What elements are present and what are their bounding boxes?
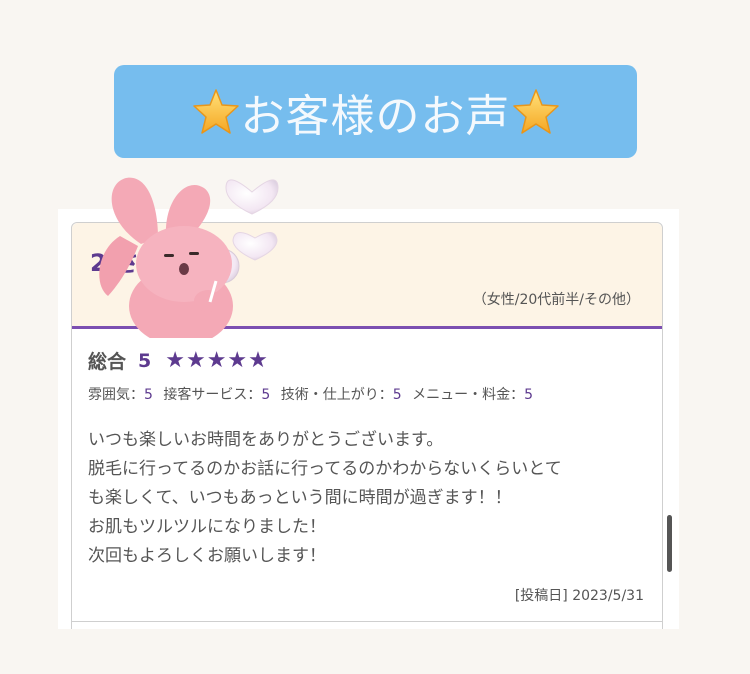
overall-rating: 総合 5 ★★★★★ (88, 347, 269, 374)
comment-line: 脱毛に行ってるのかお話に行ってるのかわからないくらいとて (88, 459, 562, 479)
sub-rating-value: 5 (261, 387, 271, 403)
sub-rating-value: 5 (524, 387, 534, 403)
comment-line: お肌もツルツルになりました！ (88, 517, 326, 537)
page-title-banner: お客様のお声 (114, 65, 637, 158)
sub-rating-label: 雰囲気： (88, 387, 144, 403)
sub-rating-label: 技術・仕上がり： (280, 387, 393, 403)
scrollbar-thumb[interactable] (667, 515, 672, 572)
sub-rating-label: 接客サービス： (163, 387, 262, 403)
star-rating-icon: ★★★★★ (165, 348, 269, 373)
comment-line: いつも楽しいお時間をありがとうございます。 (88, 430, 444, 450)
sub-rating-label: メニュー・料金： (412, 387, 525, 403)
overall-label: 総合 (88, 351, 127, 373)
bunny-mascot-sticker (99, 177, 279, 338)
sub-ratings: 雰囲気：5 接客サービス：5 技術・仕上がり：5 メニュー・料金：5 (88, 384, 539, 404)
sub-rating-value: 5 (392, 387, 402, 403)
reviewer-meta: （女性/20代前半/その他） (472, 292, 640, 308)
comment-line: 次回もよろしくお願いします！ (88, 546, 326, 566)
review-comment: いつも楽しいお時間をありがとうございます。 脱毛に行ってるのかお話に行ってるのか… (88, 426, 648, 571)
sub-rating-value: 5 (144, 387, 153, 403)
sub-rating-item: 雰囲気：5 (88, 387, 153, 403)
sub-rating-item: 技術・仕上がり：5 (281, 387, 402, 403)
star-icon (511, 87, 561, 137)
divider (72, 621, 662, 622)
sub-rating-item: 接客サービス：5 (163, 387, 270, 403)
star-icon (191, 87, 241, 137)
banner-title: お客様のお声 (240, 90, 511, 142)
comment-line: も楽しくて、いつもあっという間に時間が過ぎます！！ (88, 488, 512, 508)
overall-score: 5 (138, 349, 152, 372)
sub-rating-item: メニュー・料金：5 (412, 387, 533, 403)
post-date: [投稿日] 2023/5/31 (514, 588, 644, 604)
